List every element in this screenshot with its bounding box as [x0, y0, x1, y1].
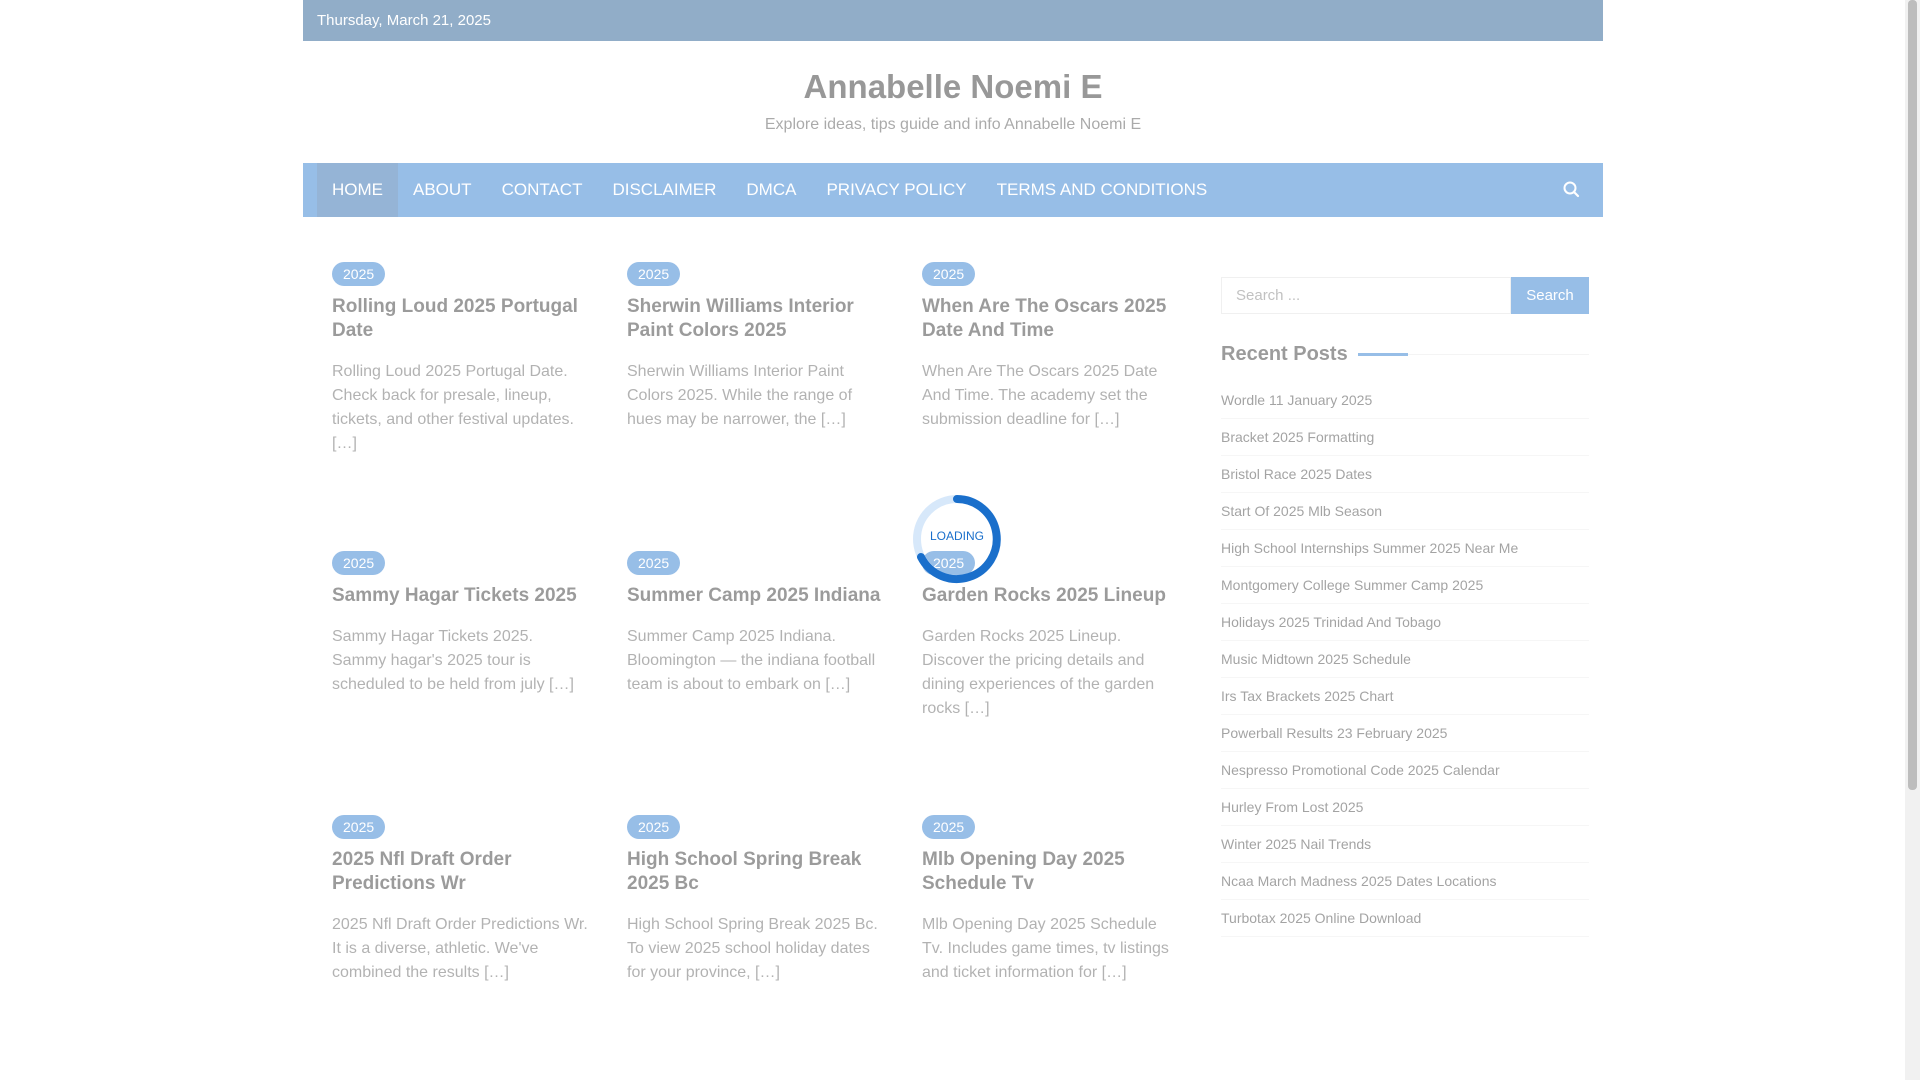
post-title[interactable]: High School Spring Break 2025 Bc [627, 848, 885, 896]
post-title[interactable]: Garden Rocks 2025 Lineup [922, 584, 1180, 608]
sidebar-search: Search [1221, 277, 1589, 314]
nav-home[interactable]: HOME [317, 163, 398, 217]
nav-contact[interactable]: CONTACT [487, 163, 598, 217]
scrollbar-thumb[interactable] [1908, 0, 1917, 790]
page-scrollbar[interactable] [1905, 0, 1920, 1080]
post-title[interactable]: 2025 Nfl Draft Order Predictions Wr [332, 848, 590, 896]
page-wrapper: Thursday, March 21, 2025 Annabelle Noemi… [303, 0, 1603, 981]
nav-privacy-policy[interactable]: PRIVACY POLICY [811, 163, 981, 217]
current-date: Thursday, March 21, 2025 [317, 12, 491, 29]
recent-post-link[interactable]: Hurley From Lost 2025 [1221, 789, 1589, 826]
category-badge[interactable]: 2025 [922, 262, 976, 286]
recent-post-link[interactable]: Wordle 11 January 2025 [1221, 382, 1589, 419]
post-excerpt: Summer Camp 2025 Indiana. Bloomington — … [627, 628, 876, 693]
post-card: 2025 Summer Camp 2025 Indiana Summer Cam… [627, 551, 885, 697]
recent-post-link[interactable]: Winter 2025 Nail Trends [1221, 826, 1589, 863]
post-title[interactable]: Rolling Loud 2025 Portugal Date [332, 295, 590, 343]
sidebar: Search Recent Posts Wordle 11 January 20… [1221, 277, 1589, 937]
category-badge[interactable]: 2025 [332, 551, 386, 575]
post-card: 2025 When Are The Oscars 2025 Date And T… [922, 262, 1180, 432]
post-card: 2025 High School Spring Break 2025 Bc Hi… [627, 815, 885, 985]
recent-post-link[interactable]: Turbotax 2025 Online Download [1221, 900, 1589, 937]
search-icon[interactable] [1561, 179, 1583, 201]
loading-spinner: LOADING [909, 491, 1005, 587]
category-badge[interactable]: 2025 [922, 815, 976, 839]
category-badge[interactable]: 2025 [627, 815, 681, 839]
search-input[interactable] [1221, 277, 1511, 314]
post-title[interactable]: Mlb Opening Day 2025 Schedule Tv [922, 848, 1180, 896]
post-card: 2025 2025 Nfl Draft Order Predictions Wr… [332, 815, 590, 985]
recent-post-link[interactable]: Start Of 2025 Mlb Season [1221, 493, 1589, 530]
recent-post-link[interactable]: Montgomery College Summer Camp 2025 [1221, 567, 1589, 604]
post-excerpt: Sammy Hagar Tickets 2025. Sammy hagar's … [332, 628, 574, 693]
category-badge[interactable]: 2025 [332, 815, 386, 839]
recent-post-link[interactable]: Holidays 2025 Trinidad And Tobago [1221, 604, 1589, 641]
recent-post-link[interactable]: Nespresso Promotional Code 2025 Calendar [1221, 752, 1589, 789]
nav-disclaimer[interactable]: DISCLAIMER [597, 163, 731, 217]
post-title[interactable]: Summer Camp 2025 Indiana [627, 584, 885, 608]
recent-post-link[interactable]: Bristol Race 2025 Dates [1221, 456, 1589, 493]
site-header: Annabelle Noemi E Explore ideas, tips gu… [303, 41, 1603, 163]
post-excerpt: Mlb Opening Day 2025 Schedule Tv. Includ… [922, 916, 1169, 981]
post-title[interactable]: When Are The Oscars 2025 Date And Time [922, 295, 1180, 343]
site-description: Explore ideas, tips guide and info Annab… [764, 116, 1142, 133]
post-excerpt: Rolling Loud 2025 Portugal Date. Check b… [332, 363, 574, 452]
post-card: 2025 Sammy Hagar Tickets 2025 Sammy Haga… [332, 551, 590, 697]
heading-accent-bar [1357, 353, 1408, 356]
post-card: 2025 Mlb Opening Day 2025 Schedule Tv Ml… [922, 815, 1180, 985]
post-card: 2025 Rolling Loud 2025 Portugal Date Rol… [332, 262, 590, 456]
post-excerpt: High School Spring Break 2025 Bc. To vie… [627, 916, 878, 981]
post-card: 2025 Sherwin Williams Interior Paint Col… [627, 262, 885, 432]
nav-dmca[interactable]: DMCA [731, 163, 811, 217]
recent-posts-title: Recent Posts [1221, 343, 1348, 365]
site-title[interactable]: Annabelle Noemi E [303, 41, 1603, 106]
heading-divider [1407, 354, 1589, 355]
category-badge[interactable]: 2025 [627, 262, 681, 286]
recent-post-link[interactable]: Music Midtown 2025 Schedule [1221, 641, 1589, 678]
recent-posts-heading: Recent Posts [1221, 343, 1589, 366]
post-title[interactable]: Sammy Hagar Tickets 2025 [332, 584, 590, 608]
recent-post-link[interactable]: Irs Tax Brackets 2025 Chart [1221, 678, 1589, 715]
nav-terms-and-conditions[interactable]: TERMS AND CONDITIONS [982, 163, 1223, 217]
recent-post-link[interactable]: Powerball Results 23 February 2025 [1221, 715, 1589, 752]
category-badge[interactable]: 2025 [627, 551, 681, 575]
category-badge[interactable]: 2025 [332, 262, 386, 286]
loading-text: LOADING [929, 529, 984, 543]
post-excerpt: 2025 Nfl Draft Order Predictions Wr. It … [332, 916, 588, 981]
recent-post-link[interactable]: High School Internships Summer 2025 Near… [1221, 530, 1589, 567]
post-excerpt: Garden Rocks 2025 Lineup. Discover the p… [922, 628, 1155, 717]
recent-post-link[interactable]: Ncaa March Madness 2025 Dates Locations [1221, 863, 1589, 900]
post-title[interactable]: Sherwin Williams Interior Paint Colors 2… [627, 295, 885, 343]
recent-posts-list: Wordle 11 January 2025 Bracket 2025 Form… [1221, 382, 1589, 937]
post-excerpt: Sherwin Williams Interior Paint Colors 2… [627, 363, 853, 428]
recent-post-link[interactable]: Bracket 2025 Formatting [1221, 419, 1589, 456]
nav-about[interactable]: ABOUT [398, 163, 487, 217]
main-navigation: HOME ABOUT CONTACT DISCLAIMER DMCA PRIVA… [303, 163, 1603, 217]
post-excerpt: When Are The Oscars 2025 Date And Time. … [922, 363, 1158, 428]
top-bar: Thursday, March 21, 2025 [303, 0, 1603, 41]
search-button[interactable]: Search [1511, 277, 1589, 314]
